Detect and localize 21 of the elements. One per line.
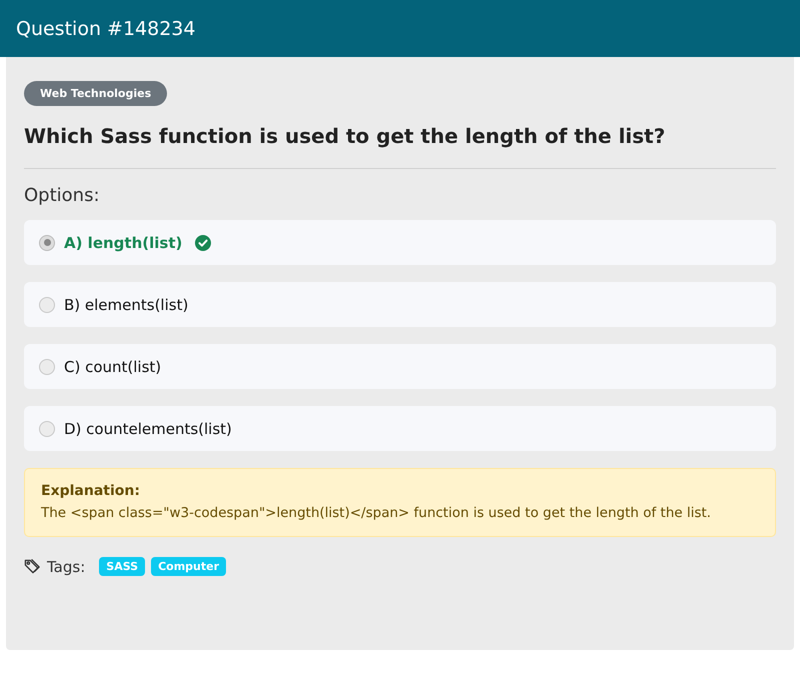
explanation-title: Explanation:: [41, 483, 141, 499]
radio-button[interactable]: [39, 420, 55, 436]
option-text: B) elements(list): [64, 296, 188, 314]
category-badge: Web Technologies: [24, 81, 168, 106]
check-circle-icon: [195, 234, 212, 250]
options-label: Options:: [24, 185, 101, 206]
tags-label: Tags:: [47, 558, 86, 576]
option-item[interactable]: A) length(list): [24, 220, 776, 265]
tag-icon: [24, 558, 41, 575]
option-text: A) length(list): [64, 234, 182, 252]
radio-button[interactable]: [39, 296, 55, 312]
page-title: Question #148234: [16, 18, 196, 40]
question-text: Which Sass function is used to get the length of the list?: [24, 124, 666, 148]
option-item[interactable]: B) elements(list): [24, 282, 776, 327]
radio-button[interactable]: [39, 234, 55, 250]
option-item[interactable]: D) countelements(list): [24, 406, 776, 451]
option-text: C) count(list): [64, 358, 162, 376]
option-item[interactable]: C) count(list): [24, 344, 776, 389]
explanation-text: The <span class="w3-codespan">length(list)</span> function is used to get the length of the list.: [41, 505, 712, 521]
radio-button[interactable]: [39, 358, 55, 374]
option-text: D) countelements(list): [64, 420, 232, 438]
